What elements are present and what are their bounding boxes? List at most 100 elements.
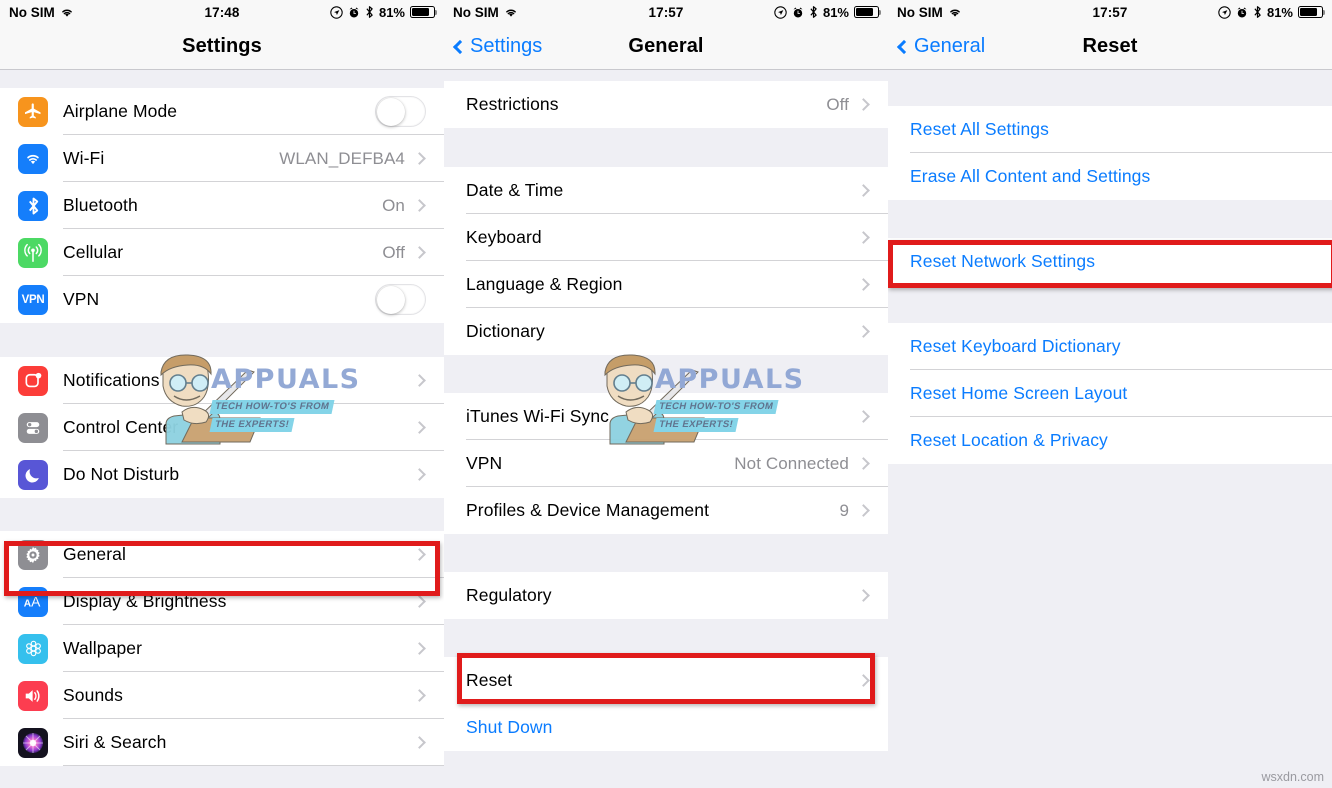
chevron-right-icon	[857, 231, 870, 244]
three-panel-ios-settings-screenshot: No SIM 17:48 81% Settings Airplane Mode …	[0, 0, 1332, 788]
sidebar-item-bluetooth[interactable]: Bluetooth On	[0, 182, 444, 229]
row-label: Wallpaper	[63, 638, 143, 658]
sidebar-item-display-brightness[interactable]: A A Display & Brightness	[0, 578, 444, 625]
row-label: Display & Brightness	[63, 591, 227, 611]
general-list[interactable]: Restrictions Off Date & Time Keyboard La…	[444, 70, 888, 788]
row-label: Date & Time	[466, 180, 564, 200]
row-keyboard[interactable]: Keyboard	[444, 214, 888, 261]
row-label: Reset Location & Privacy	[910, 430, 1108, 450]
reset-group-misc: Reset Keyboard Dictionary Reset Home Scr…	[888, 323, 1332, 464]
row-restrictions[interactable]: Restrictions Off	[444, 81, 888, 128]
sidebar-item-notifications[interactable]: Notifications	[0, 357, 444, 404]
cellular-icon	[18, 237, 48, 268]
group-gap	[444, 619, 888, 657]
sidebar-item-wallpaper[interactable]: Wallpaper	[0, 625, 444, 672]
gear-icon	[18, 539, 48, 570]
row-label: Notifications	[63, 370, 160, 390]
vpn-toggle[interactable]	[375, 284, 426, 315]
chevron-right-icon	[857, 589, 870, 602]
row-label: General	[63, 544, 126, 564]
row-language-region[interactable]: Language & Region	[444, 261, 888, 308]
airplane-icon	[18, 96, 48, 127]
control-center-icon	[18, 412, 48, 443]
chevron-right-icon	[857, 504, 870, 517]
row-value: Not Connected	[734, 453, 849, 473]
row-itunes-wifi-sync[interactable]: iTunes Wi-Fi Sync	[444, 393, 888, 440]
chevron-right-icon	[413, 548, 426, 561]
chevron-right-icon	[413, 199, 426, 212]
row-date-time[interactable]: Date & Time	[444, 167, 888, 214]
sidebar-item-sounds[interactable]: Sounds	[0, 672, 444, 719]
sidebar-item-airplane-mode[interactable]: Airplane Mode	[0, 88, 444, 135]
row-label: Reset	[466, 670, 513, 690]
row-erase-all-content-and-settings[interactable]: Erase All Content and Settings	[888, 153, 1332, 200]
row-reset-network-settings[interactable]: Reset Network Settings	[888, 238, 1332, 285]
row-label: Profiles & Device Management	[466, 500, 710, 520]
row-reset-keyboard-dictionary[interactable]: Reset Keyboard Dictionary	[888, 323, 1332, 370]
row-label: Reset All Settings	[910, 119, 1049, 139]
settings-list[interactable]: Airplane Mode Wi-Fi WLAN_DEFBA4 Bluetoot…	[0, 70, 444, 788]
row-shut-down[interactable]: Shut Down	[444, 704, 888, 751]
chevron-right-icon	[413, 421, 426, 434]
general-group-reset: Reset Shut Down	[444, 657, 888, 751]
chevron-right-icon	[413, 374, 426, 387]
alarm-clock-icon	[349, 7, 359, 17]
battery-percent: 81%	[1266, 4, 1293, 20]
bluetooth-icon	[810, 6, 817, 18]
chevron-right-icon	[857, 457, 870, 470]
site-watermark: wsxdn.com	[1261, 770, 1324, 784]
reset-list[interactable]: Reset All Settings Erase All Content and…	[888, 70, 1332, 788]
chevron-right-icon	[413, 152, 426, 165]
chevron-right-icon	[857, 278, 870, 291]
row-label: Regulatory	[466, 585, 552, 605]
row-reset-home-screen-layout[interactable]: Reset Home Screen Layout	[888, 370, 1332, 417]
settings-group-connectivity: Airplane Mode Wi-Fi WLAN_DEFBA4 Bluetoot…	[0, 88, 444, 323]
status-right: 81%	[330, 4, 438, 20]
row-dictionary[interactable]: Dictionary	[444, 308, 888, 355]
back-button-general[interactable]: General	[888, 35, 985, 58]
row-label: Control Center	[63, 417, 179, 437]
row-reset-location-privacy[interactable]: Reset Location & Privacy	[888, 417, 1332, 464]
group-gap	[444, 128, 888, 167]
row-vpn[interactable]: VPN Not Connected	[444, 440, 888, 487]
back-button-settings[interactable]: Settings	[444, 35, 542, 58]
siri-search-icon	[18, 727, 48, 758]
sidebar-item-siri-search[interactable]: Siri & Search	[0, 719, 444, 766]
group-gap	[888, 200, 1332, 238]
sidebar-item-control-center[interactable]: Control Center	[0, 404, 444, 451]
sidebar-item-do-not-disturb[interactable]: Do Not Disturb	[0, 451, 444, 498]
group-gap	[888, 70, 1332, 106]
alarm-clock-icon	[1237, 7, 1247, 17]
group-gap	[444, 751, 888, 781]
svg-text:A: A	[31, 593, 41, 609]
location-arrow-icon	[1218, 5, 1231, 19]
vpn-icon: VPN	[18, 284, 48, 315]
chevron-right-icon	[857, 98, 870, 111]
location-arrow-icon	[774, 5, 787, 19]
sidebar-item-general[interactable]: General	[0, 531, 444, 578]
row-reset-all-settings[interactable]: Reset All Settings	[888, 106, 1332, 153]
wallpaper-icon	[18, 633, 48, 664]
battery-percent: 81%	[378, 4, 405, 20]
panel-reset: No SIM 17:57 81% General Reset Reset All…	[888, 0, 1332, 788]
settings-group-notifications: Notifications Control Center Do Not Dist…	[0, 357, 444, 498]
notifications-icon	[18, 365, 48, 396]
bluetooth-icon	[18, 190, 48, 221]
airplane-mode-toggle[interactable]	[375, 96, 426, 127]
sidebar-item-wifi[interactable]: Wi-Fi WLAN_DEFBA4	[0, 135, 444, 182]
group-gap	[0, 498, 444, 531]
row-value: WLAN_DEFBA4	[279, 148, 405, 168]
location-arrow-icon	[330, 5, 343, 19]
chevron-right-icon	[857, 674, 870, 687]
general-group-regulatory: Regulatory	[444, 572, 888, 619]
row-label: Sounds	[63, 685, 123, 705]
group-gap	[0, 70, 444, 88]
row-reset[interactable]: Reset	[444, 657, 888, 704]
sidebar-item-cellular[interactable]: Cellular Off	[0, 229, 444, 276]
row-label: Cellular	[63, 242, 124, 262]
battery-icon	[854, 6, 882, 18]
group-gap	[0, 323, 444, 357]
sidebar-item-vpn[interactable]: VPN VPN	[0, 276, 444, 323]
row-profiles-device-management[interactable]: Profiles & Device Management 9	[444, 487, 888, 534]
row-regulatory[interactable]: Regulatory	[444, 572, 888, 619]
